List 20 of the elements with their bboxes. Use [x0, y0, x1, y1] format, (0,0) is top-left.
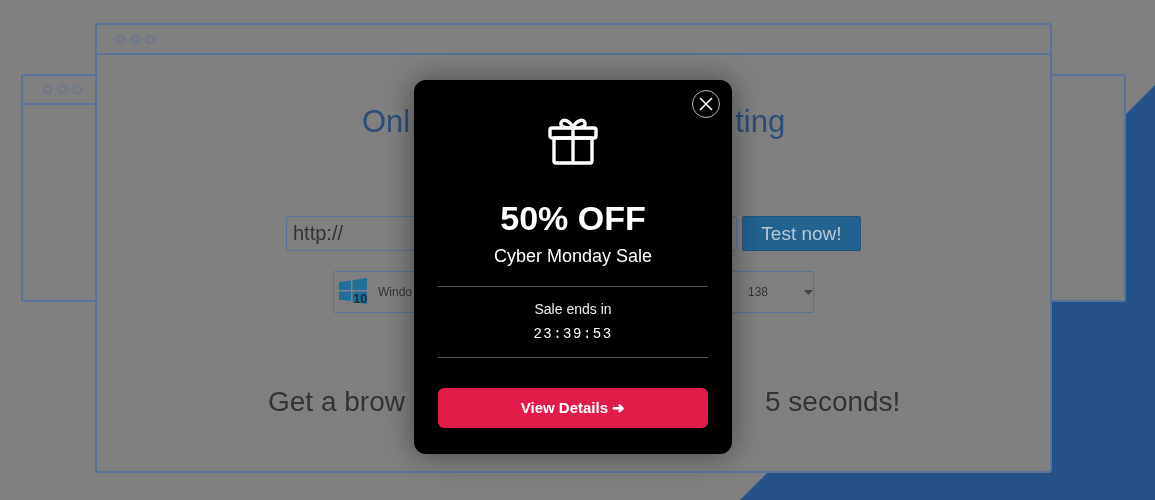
- tagline-text: 5 seconds!: [764, 385, 901, 419]
- dropdown-label: 138: [748, 285, 769, 299]
- offer-subtitle: Cyber Monday Sale: [493, 245, 653, 267]
- close-icon: [699, 97, 713, 111]
- test-now-button[interactable]: Test now!: [742, 216, 861, 251]
- gift-icon: [548, 117, 598, 165]
- window-dots-icon: [116, 34, 155, 44]
- version-number: 10: [353, 291, 368, 306]
- countdown-label: Sale ends in: [534, 301, 612, 317]
- page-heading: Onl: [362, 104, 411, 140]
- dropdown-label: Windo: [378, 285, 412, 299]
- windows-logo-icon: [339, 278, 367, 304]
- page-heading: ting: [735, 104, 786, 140]
- caret-icon: [804, 289, 813, 295]
- tagline-text: Get a brow: [268, 385, 405, 419]
- view-details-button[interactable]: View Details ➜: [438, 388, 708, 428]
- window-dots-icon: [43, 85, 82, 94]
- countdown-timer: 23:39:53: [533, 325, 613, 343]
- close-button[interactable]: [692, 90, 720, 118]
- offer-title: 50% OFF: [500, 198, 646, 238]
